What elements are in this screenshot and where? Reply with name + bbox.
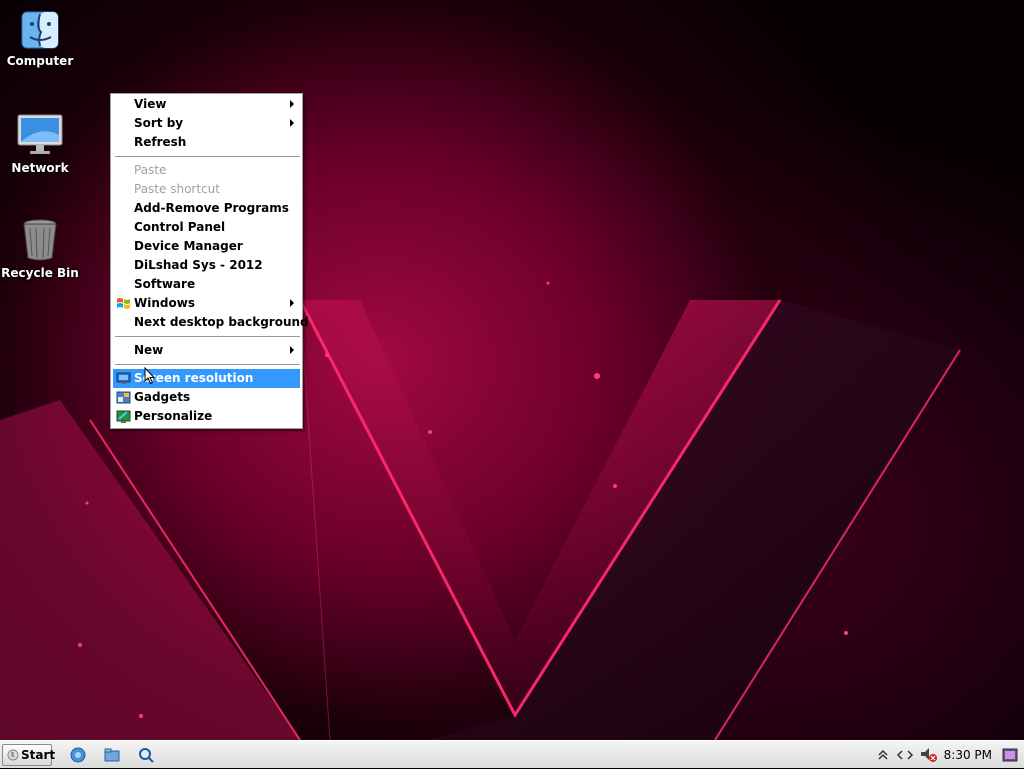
system-tray: 8:30 PM xyxy=(864,741,1024,769)
menu-item-label: Paste xyxy=(134,163,167,177)
menu-item-dilshad-sys[interactable]: DiLshad Sys - 2012 xyxy=(113,256,300,275)
submenu-arrow-icon xyxy=(290,346,294,354)
desktop-icon-label: Recycle Bin xyxy=(1,266,79,280)
action-center-icon[interactable] xyxy=(1002,748,1018,762)
taskbar-clock[interactable]: 8:30 PM xyxy=(944,741,992,769)
monitor-icon xyxy=(17,114,63,154)
menu-item-label: New xyxy=(134,343,164,357)
menu-item-control-panel[interactable]: Control Panel xyxy=(113,218,300,237)
desktop-icon-computer[interactable]: Computer xyxy=(0,10,80,68)
menu-item-paste: Paste xyxy=(113,161,300,180)
menu-item-paste-shortcut: Paste shortcut xyxy=(113,180,300,199)
desktop-icon-label: Computer xyxy=(6,54,74,68)
desktop-icon-recycle-bin[interactable]: Recycle Bin xyxy=(0,218,80,280)
menu-item-label: View xyxy=(134,97,167,111)
menu-item-label: Add-Remove Programs xyxy=(134,201,289,215)
menu-item-label: Personalize xyxy=(134,409,213,423)
show-hidden-icons-icon[interactable] xyxy=(878,749,888,761)
menu-item-label: Next desktop background xyxy=(134,315,309,329)
mouse-cursor-icon xyxy=(144,367,156,385)
menu-item-label: DiLshad Sys - 2012 xyxy=(134,258,263,272)
menu-item-label: Device Manager xyxy=(134,239,243,253)
taskbar: Start 8:30 PM xyxy=(0,740,1024,768)
menu-separator xyxy=(115,336,300,338)
gadgets-icon xyxy=(116,391,131,404)
personalize-icon xyxy=(116,410,131,423)
folder-icon[interactable] xyxy=(104,747,120,763)
browser-icon[interactable] xyxy=(70,747,86,763)
menu-item-gadgets[interactable]: Gadgets xyxy=(113,388,300,407)
menu-item-view[interactable]: View xyxy=(113,95,300,114)
menu-separator xyxy=(115,364,300,366)
submenu-arrow-icon xyxy=(290,299,294,307)
menu-item-label: Refresh xyxy=(134,135,187,149)
menu-item-refresh[interactable]: Refresh xyxy=(113,133,300,152)
menu-separator xyxy=(115,156,300,158)
windows-flag-icon xyxy=(117,298,130,309)
menu-item-label: Software xyxy=(134,277,196,291)
display-settings-icon xyxy=(116,372,131,384)
submenu-arrow-icon xyxy=(290,100,294,108)
network-icon[interactable] xyxy=(896,749,914,761)
menu-item-label: Paste shortcut xyxy=(134,182,220,196)
desktop-icon-network[interactable]: Network xyxy=(0,113,80,175)
menu-item-label: Gadgets xyxy=(134,390,191,404)
trash-icon xyxy=(23,219,57,261)
menu-item-next-desktop-background[interactable]: Next desktop background xyxy=(113,313,309,332)
desktop-icon-label: Network xyxy=(11,161,69,175)
menu-item-new[interactable]: New xyxy=(113,341,300,360)
volume-muted-icon[interactable] xyxy=(920,747,938,763)
submenu-arrow-icon xyxy=(290,119,294,127)
menu-item-label: Control Panel xyxy=(134,220,226,234)
desktop-context-menu: View Sort by Refresh Paste Paste shortcu… xyxy=(110,93,309,429)
menu-item-add-remove-programs[interactable]: Add-Remove Programs xyxy=(113,199,300,218)
menu-item-personalize[interactable]: Personalize xyxy=(113,407,300,426)
menu-item-sort-by[interactable]: Sort by xyxy=(113,114,300,133)
search-icon[interactable] xyxy=(138,747,154,763)
start-orb-icon xyxy=(7,749,19,761)
menu-item-device-manager[interactable]: Device Manager xyxy=(113,237,300,256)
menu-item-software[interactable]: Software xyxy=(113,275,300,294)
start-button[interactable]: Start xyxy=(2,744,56,766)
start-label: Start xyxy=(21,748,56,762)
menu-item-windows[interactable]: Windows xyxy=(113,294,300,313)
menu-item-label: Sort by xyxy=(134,116,184,130)
finder-icon xyxy=(21,11,59,49)
menu-item-label: Windows xyxy=(134,296,195,310)
menu-item-screen-resolution[interactable]: Screen resolution xyxy=(113,369,300,388)
